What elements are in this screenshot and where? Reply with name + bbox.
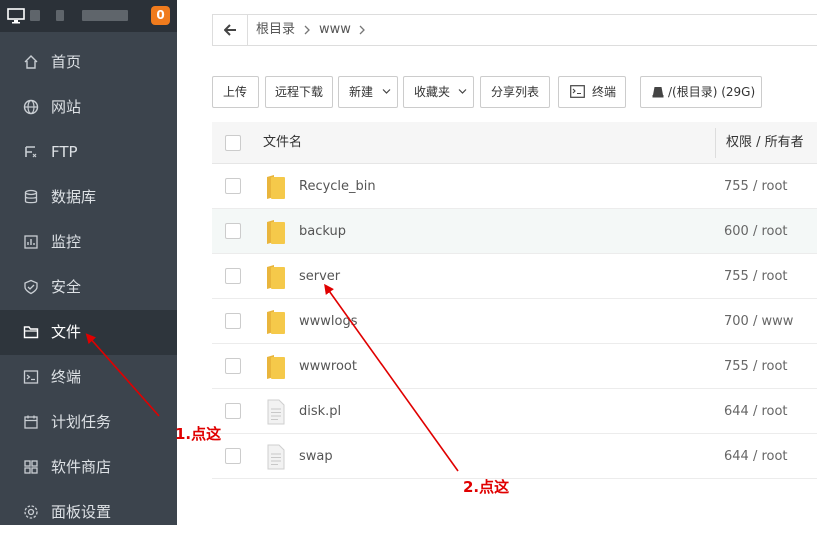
annotation-step-2: 2.点这 — [463, 478, 510, 496]
annotation-arrow-2 — [324, 283, 459, 472]
annotation-arrows — [85, 283, 459, 472]
annotation-arrow-1 — [85, 333, 160, 417]
annotation-step-1: 1.点这 — [175, 425, 222, 443]
